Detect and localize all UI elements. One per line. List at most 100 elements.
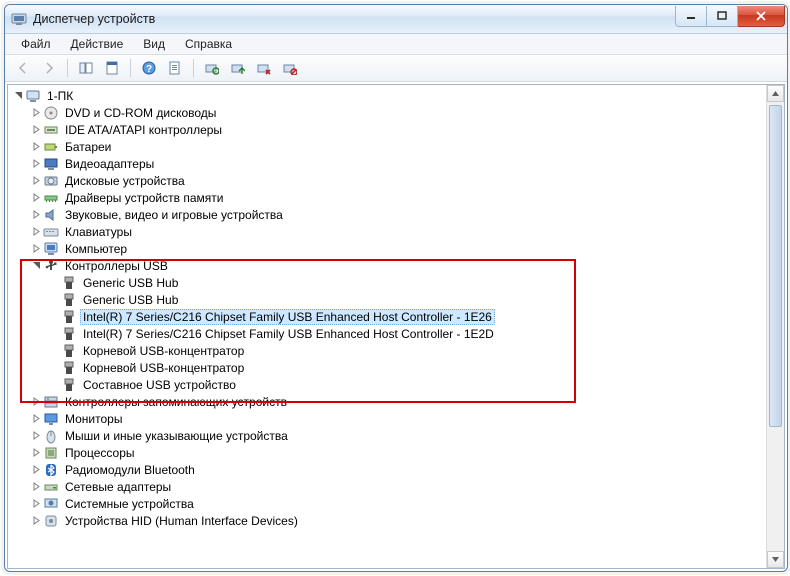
- tree-category[interactable]: Радиомодули Bluetooth: [10, 461, 766, 478]
- menu-help[interactable]: Справка: [177, 35, 240, 53]
- tree-category[interactable]: Компьютер: [10, 240, 766, 257]
- monitor-icon: [43, 411, 59, 427]
- tree-category-label: Драйверы устройств памяти: [62, 191, 226, 205]
- tree-category[interactable]: Драйверы устройств памяти: [10, 189, 766, 206]
- toolbar-separator: [67, 59, 68, 77]
- tree-category-label: Системные устройства: [62, 497, 197, 511]
- tree-category-label: Контроллеры USB: [62, 259, 171, 273]
- tree-category[interactable]: DVD и CD-ROM дисководы: [10, 104, 766, 121]
- tree-category-label: Сетевые адаптеры: [62, 480, 174, 494]
- device-tree[interactable]: 1-ПКDVD и CD-ROM дисководы IDE ATA/ATAPI …: [8, 85, 766, 568]
- tree-category-label: Устройства HID (Human Interface Devices): [62, 514, 301, 528]
- expander-icon[interactable]: [30, 244, 42, 253]
- scroll-down-button[interactable]: [767, 551, 784, 568]
- tree-device[interactable]: ▷Корневой USB-концентратор: [10, 359, 766, 376]
- tree-device-label: Корневой USB-концентратор: [80, 361, 247, 375]
- content-area: 1-ПКDVD и CD-ROM дисководы IDE ATA/ATAPI …: [7, 84, 785, 569]
- maximize-button[interactable]: [707, 6, 738, 27]
- menu-file[interactable]: Файл: [13, 35, 59, 53]
- scan-hardware-button[interactable]: [200, 56, 224, 80]
- tree-category[interactable]: Мониторы: [10, 410, 766, 427]
- show-hide-tree-button[interactable]: [74, 56, 98, 80]
- keyboard-icon: [43, 224, 59, 240]
- tree-device[interactable]: ▷Intel(R) 7 Series/C216 Chipset Family U…: [10, 325, 766, 342]
- expander-icon[interactable]: [30, 261, 42, 270]
- vertical-scrollbar[interactable]: [766, 85, 784, 568]
- tree-category-label: Батареи: [62, 140, 114, 154]
- expander-icon[interactable]: [30, 159, 42, 168]
- titlebar: Диспетчер устройств: [5, 5, 787, 34]
- svg-text:?: ?: [146, 64, 152, 75]
- tree-device-label: Intel(R) 7 Series/C216 Chipset Family US…: [80, 327, 497, 341]
- tree-category[interactable]: Сетевые адаптеры: [10, 478, 766, 495]
- properties-button[interactable]: [100, 56, 124, 80]
- ide-icon: [43, 122, 59, 138]
- menu-view[interactable]: Вид: [135, 35, 173, 53]
- menu-action[interactable]: Действие: [63, 35, 132, 53]
- expander-icon[interactable]: [30, 516, 42, 525]
- expander-icon[interactable]: [30, 465, 42, 474]
- expander-icon[interactable]: [30, 397, 42, 406]
- window-title: Диспетчер устройств: [33, 12, 675, 26]
- tree-category[interactable]: Батареи: [10, 138, 766, 155]
- usb-device-icon: [61, 309, 77, 325]
- app-icon: [11, 11, 27, 27]
- expander-icon[interactable]: [30, 210, 42, 219]
- computer-icon: [25, 88, 41, 104]
- system-icon: [43, 496, 59, 512]
- tree-category[interactable]: Контроллеры запоминающих устройств: [10, 393, 766, 410]
- expander-icon[interactable]: [12, 91, 24, 100]
- toolbar-separator: [193, 59, 194, 77]
- tree-device-label: Generic USB Hub: [80, 293, 181, 307]
- expander-icon[interactable]: [30, 431, 42, 440]
- expander-icon[interactable]: [30, 482, 42, 491]
- expander-icon[interactable]: [30, 227, 42, 236]
- expander-icon[interactable]: [30, 125, 42, 134]
- expander-icon[interactable]: [30, 414, 42, 423]
- help-button[interactable]: ?: [137, 56, 161, 80]
- scroll-thumb[interactable]: [769, 105, 782, 427]
- expander-icon[interactable]: [30, 448, 42, 457]
- close-button[interactable]: [738, 6, 785, 27]
- tree-category-label: IDE ATA/ATAPI контроллеры: [62, 123, 225, 137]
- tree-category[interactable]: Видеоадаптеры: [10, 155, 766, 172]
- update-driver-button[interactable]: [226, 56, 250, 80]
- tree-category[interactable]: Устройства HID (Human Interface Devices): [10, 512, 766, 529]
- properties-page-button[interactable]: [163, 56, 187, 80]
- toolbar-separator: [130, 59, 131, 77]
- tree-category[interactable]: Дисковые устройства: [10, 172, 766, 189]
- tree-category-label: Звуковые, видео и игровые устройства: [62, 208, 286, 222]
- disable-button[interactable]: [278, 56, 302, 80]
- tree-device-label: Intel(R) 7 Series/C216 Chipset Family US…: [80, 309, 495, 325]
- expander-icon[interactable]: [30, 193, 42, 202]
- tree-category[interactable]: IDE ATA/ATAPI контроллеры: [10, 121, 766, 138]
- tree-root[interactable]: 1-ПК: [10, 87, 766, 104]
- uninstall-button[interactable]: [252, 56, 276, 80]
- tree-category[interactable]: Мыши и иные указывающие устройства: [10, 427, 766, 444]
- minimize-button[interactable]: [675, 6, 707, 27]
- tree-category[interactable]: Контроллеры USB: [10, 257, 766, 274]
- tree-device[interactable]: ▷Корневой USB-концентратор: [10, 342, 766, 359]
- mouse-icon: [43, 428, 59, 444]
- scroll-up-button[interactable]: [767, 85, 784, 102]
- hid-icon: [43, 513, 59, 529]
- tree-category[interactable]: Системные устройства: [10, 495, 766, 512]
- tree-device[interactable]: ▷Intel(R) 7 Series/C216 Chipset Family U…: [10, 308, 766, 325]
- expander-icon[interactable]: [30, 499, 42, 508]
- tree-category[interactable]: Звуковые, видео и игровые устройства: [10, 206, 766, 223]
- tree-device[interactable]: ▷Составное USB устройство: [10, 376, 766, 393]
- expander-icon[interactable]: [30, 176, 42, 185]
- back-button: [11, 56, 35, 80]
- usb-device-icon: [61, 275, 77, 291]
- bluetooth-icon: [43, 462, 59, 478]
- window-buttons: [675, 6, 785, 26]
- tree-category-label: Контроллеры запоминающих устройств: [62, 395, 290, 409]
- computer-icon: [43, 241, 59, 257]
- tree-device[interactable]: ▷Generic USB Hub: [10, 274, 766, 291]
- tree-category[interactable]: Процессоры: [10, 444, 766, 461]
- usb-device-icon: [61, 326, 77, 342]
- expander-icon[interactable]: [30, 108, 42, 117]
- tree-device[interactable]: ▷Generic USB Hub: [10, 291, 766, 308]
- expander-icon[interactable]: [30, 142, 42, 151]
- tree-category[interactable]: Клавиатуры: [10, 223, 766, 240]
